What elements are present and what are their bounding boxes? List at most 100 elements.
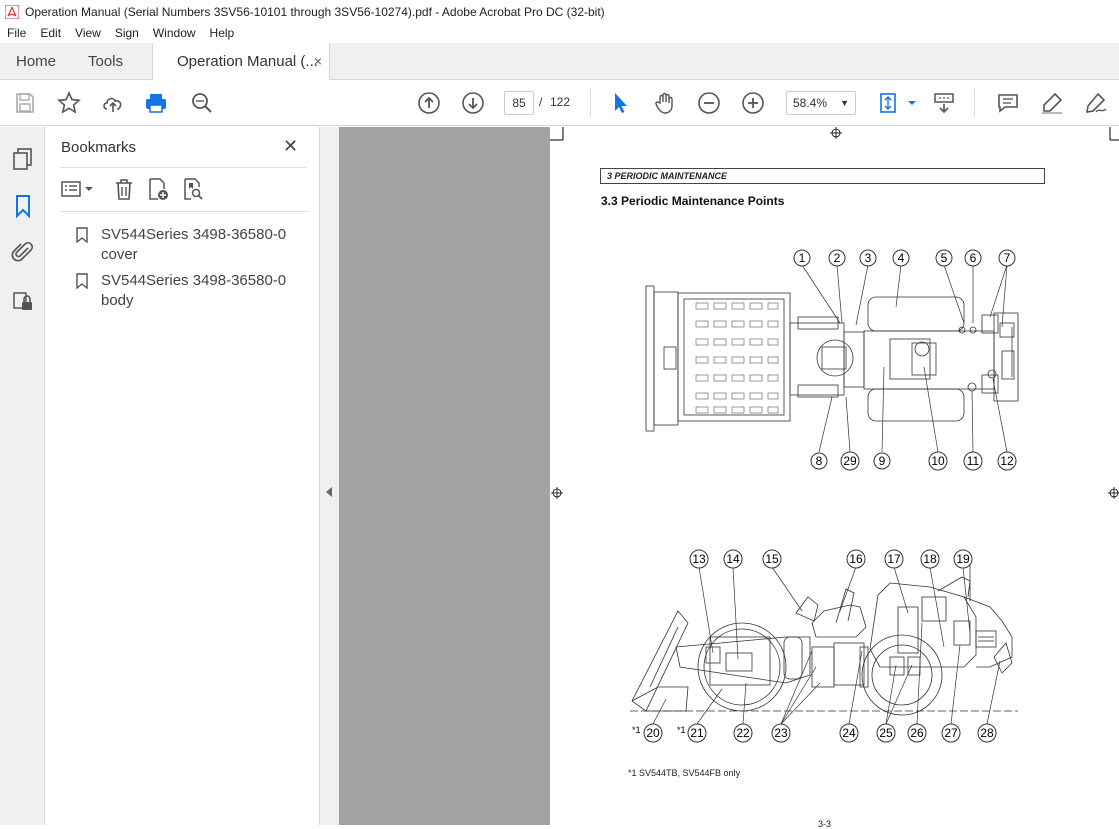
svg-text:1: 1 xyxy=(799,251,806,265)
bookmarks-icon[interactable] xyxy=(11,194,35,218)
title-bar: Operation Manual (Serial Numbers 3SV56-1… xyxy=(0,0,1119,23)
print-icon[interactable] xyxy=(144,91,168,115)
tab-bar: Home Tools Operation Manual (... × xyxy=(0,43,1119,81)
svg-text:17: 17 xyxy=(887,552,901,566)
svg-text:13: 13 xyxy=(692,552,706,566)
callout-26: 26 xyxy=(907,723,927,743)
collapse-panel-icon[interactable] xyxy=(326,487,332,497)
attachment-icon[interactable] xyxy=(11,240,35,264)
callout-16: 16 xyxy=(846,549,866,569)
page-separator: / xyxy=(539,95,543,109)
toolbar-divider xyxy=(590,89,591,117)
svg-text:4: 4 xyxy=(898,251,905,265)
page-thumbnails-icon[interactable] xyxy=(11,147,35,171)
bookmarks-panel-title: Bookmarks xyxy=(61,139,137,156)
highlight-pen-icon[interactable] xyxy=(1040,91,1064,115)
bookmark-label: SV544Series 3498-36580-0 cover xyxy=(101,226,287,263)
menu-sign[interactable]: Sign xyxy=(108,23,146,43)
zoom-in-icon[interactable] xyxy=(741,91,765,115)
close-panel-icon[interactable]: ✕ xyxy=(283,136,298,157)
callout-29: 29 xyxy=(840,451,860,471)
svg-text:6: 6 xyxy=(970,251,977,265)
menu-edit[interactable]: Edit xyxy=(33,23,68,43)
callout-18: 18 xyxy=(920,549,940,569)
tab-home[interactable]: Home xyxy=(16,43,56,80)
callout-22: 22 xyxy=(733,723,753,743)
tab-document[interactable]: Operation Manual (... × xyxy=(152,43,330,81)
asterisk-note-mark: *1 xyxy=(632,725,641,735)
maintenance-diagram: 1 2 3 4 5 6 7 8 29 9 10 11 12 13 14 15 1… xyxy=(550,127,1119,743)
svg-text:7: 7 xyxy=(1004,251,1011,265)
zoom-level-value: 58.4% xyxy=(793,96,828,110)
zoom-out-icon[interactable] xyxy=(697,91,721,115)
scrolling-mode-icon[interactable] xyxy=(932,91,956,115)
callout-20: 20 xyxy=(643,723,663,743)
callout-21: 21 xyxy=(687,723,707,743)
callout-11: 11 xyxy=(963,451,983,471)
callout-13: 13 xyxy=(689,549,709,569)
menu-help[interactable]: Help xyxy=(203,23,242,43)
document-viewer-background xyxy=(339,127,550,825)
security-lock-icon[interactable] xyxy=(11,289,35,313)
callout-23: 23 xyxy=(771,723,791,743)
select-cursor-icon[interactable] xyxy=(609,91,633,115)
zoom-level-select[interactable]: 58.4% ▼ xyxy=(786,91,856,115)
svg-text:26: 26 xyxy=(910,726,924,740)
callout-1: 1 xyxy=(793,249,811,267)
bookmark-options-icon[interactable] xyxy=(60,177,96,201)
footnote: *1 SV544TB, SV544FB only xyxy=(628,768,741,778)
svg-text:12: 12 xyxy=(1000,454,1014,468)
toolbar-divider xyxy=(974,89,975,117)
delete-bookmark-icon[interactable] xyxy=(111,177,137,201)
svg-text:5: 5 xyxy=(941,251,948,265)
pdf-page[interactable]: 3 PERIODIC MAINTENANCE 3.3 Periodic Main… xyxy=(550,127,1119,829)
fit-page-dropdown-icon[interactable] xyxy=(900,91,916,115)
page-number: 3-3 xyxy=(818,819,832,829)
chevron-down-icon: ▼ xyxy=(840,98,849,108)
fit-page-icon[interactable] xyxy=(876,91,900,115)
hand-tool-icon[interactable] xyxy=(653,91,677,115)
window-title: Operation Manual (Serial Numbers 3SV56-1… xyxy=(25,4,605,19)
callout-14: 14 xyxy=(723,549,743,569)
menu-view[interactable]: View xyxy=(68,23,108,43)
callout-8: 8 xyxy=(810,452,828,470)
new-bookmark-icon[interactable] xyxy=(145,177,171,201)
previous-page-icon[interactable] xyxy=(417,91,441,115)
menu-bar: File Edit View Sign Window Help xyxy=(0,23,1119,43)
svg-text:21: 21 xyxy=(690,726,704,740)
svg-text:20: 20 xyxy=(646,726,660,740)
comment-icon[interactable] xyxy=(996,91,1020,115)
page-number-input[interactable]: 85 xyxy=(504,91,534,115)
acrobat-app-icon xyxy=(5,4,19,19)
navigation-rail xyxy=(0,127,45,825)
svg-text:8: 8 xyxy=(816,454,823,468)
upload-cloud-icon[interactable] xyxy=(101,91,125,115)
find-bookmark-icon[interactable] xyxy=(180,177,206,201)
next-page-icon[interactable] xyxy=(461,91,485,115)
svg-text:15: 15 xyxy=(765,552,779,566)
callout-9: 9 xyxy=(873,452,891,470)
top-callouts: 1 2 3 4 5 6 7 8 29 9 10 11 12 xyxy=(793,249,1017,471)
callout-3: 3 xyxy=(859,249,877,267)
star-icon[interactable] xyxy=(57,91,81,115)
menu-window[interactable]: Window xyxy=(146,23,203,43)
callout-2: 2 xyxy=(828,249,846,267)
save-icon[interactable] xyxy=(13,91,37,115)
callout-28: 28 xyxy=(977,723,997,743)
bookmark-icon xyxy=(76,273,88,289)
callout-24: 24 xyxy=(839,723,859,743)
callout-7: 7 xyxy=(998,249,1016,267)
panel-splitter[interactable] xyxy=(320,127,339,825)
svg-text:14: 14 xyxy=(726,552,740,566)
svg-text:11: 11 xyxy=(967,454,980,468)
menu-file[interactable]: File xyxy=(0,23,33,43)
callout-17: 17 xyxy=(884,549,904,569)
close-tab-icon[interactable]: × xyxy=(314,43,322,80)
search-zoom-icon[interactable] xyxy=(190,91,214,115)
svg-text:10: 10 xyxy=(931,454,945,468)
page-total: 122 xyxy=(550,95,571,109)
svg-text:9: 9 xyxy=(879,454,886,468)
draw-sign-icon[interactable] xyxy=(1084,91,1108,115)
svg-text:19: 19 xyxy=(956,552,970,566)
tab-tools[interactable]: Tools xyxy=(88,43,123,80)
